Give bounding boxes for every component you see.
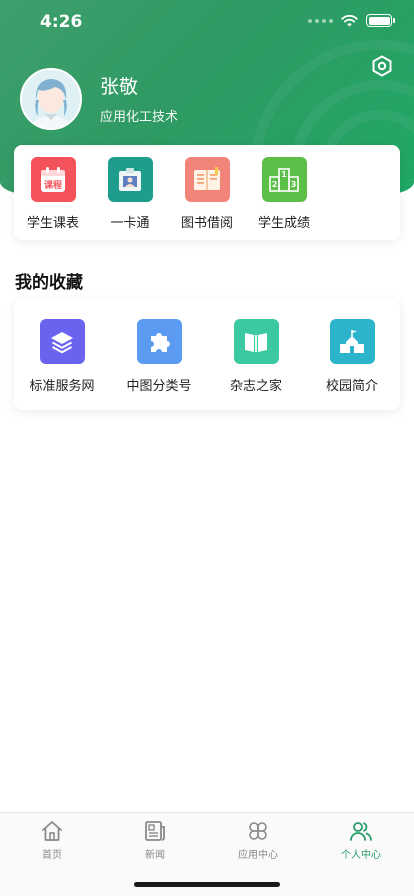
quick-action-label: 图书借阅: [180, 216, 233, 231]
quick-action-label: 学生成绩: [257, 216, 310, 231]
battery-icon: [366, 14, 395, 27]
home-indicator[interactable]: [134, 882, 280, 887]
podium-first-place: 1: [281, 170, 287, 179]
quick-action-label: 学生课表: [26, 216, 79, 231]
people-icon: [350, 822, 372, 841]
wifi-icon: [341, 14, 358, 26]
cellular-signal-icon: [308, 18, 333, 23]
apps-icon: [249, 822, 267, 840]
tab-personal-center[interactable]: 个人中心: [321, 819, 401, 861]
user-avatar-icon: [22, 70, 80, 128]
open-book-icon: [233, 319, 279, 364]
avatar[interactable]: [20, 68, 82, 130]
favorite-classification[interactable]: 中图分类号: [111, 319, 207, 394]
tab-home[interactable]: 首页: [12, 819, 92, 861]
favorite-label: 标准服务网: [29, 379, 95, 394]
favorite-campus-intro[interactable]: 校园简介: [304, 319, 400, 394]
status-time: 4:26: [40, 12, 83, 32]
user-name: 张敬: [100, 76, 139, 98]
favorite-label: 校园简介: [325, 379, 378, 394]
quick-action-label: 一卡通: [110, 216, 150, 231]
quick-actions-card: 课程 学生课表 一卡通 图书借阅 1 2 3 学生成绩: [14, 145, 400, 240]
favorite-magazine-home[interactable]: 杂志之家: [208, 319, 304, 394]
id-card-icon: [107, 157, 153, 202]
newspaper-icon: [145, 821, 165, 841]
settings-button[interactable]: [370, 54, 394, 78]
podium-third-place: 3: [291, 180, 297, 189]
favorite-label: 杂志之家: [229, 379, 282, 394]
user-major: 应用化工技术: [100, 110, 179, 125]
layers-icon: [39, 319, 85, 364]
favorite-standard-service[interactable]: 标准服务网: [14, 319, 110, 394]
puzzle-icon: [136, 319, 182, 364]
quick-action-card-pass[interactable]: 一卡通: [91, 157, 169, 231]
quick-action-schedule[interactable]: 课程 学生课表: [14, 157, 92, 231]
tab-app-center[interactable]: 应用中心: [218, 819, 298, 861]
podium-icon: 1 2 3: [261, 157, 307, 202]
status-indicators: [308, 14, 395, 27]
tab-news[interactable]: 新闻: [115, 819, 195, 861]
tab-label: 新闻: [145, 850, 165, 861]
tab-label: 首页: [42, 850, 62, 861]
calendar-icon: 课程: [30, 157, 76, 202]
podium-second-place: 2: [272, 180, 278, 189]
favorites-title: 我的收藏: [15, 273, 83, 293]
quick-action-library[interactable]: 图书借阅: [168, 157, 246, 231]
favorite-label: 中图分类号: [126, 379, 192, 394]
tab-label: 应用中心: [238, 850, 278, 861]
favorites-card: 标准服务网 中图分类号 杂志之家 校园简介: [14, 299, 400, 410]
gear-icon: [372, 55, 392, 77]
book-icon: [184, 157, 230, 202]
home-icon: [42, 821, 62, 841]
quick-action-grades[interactable]: 1 2 3 学生成绩: [245, 157, 323, 231]
tab-label: 个人中心: [341, 850, 381, 861]
school-icon: [329, 319, 375, 364]
status-bar: 4:26: [0, 0, 414, 44]
calendar-icon-text: 课程: [44, 179, 62, 191]
